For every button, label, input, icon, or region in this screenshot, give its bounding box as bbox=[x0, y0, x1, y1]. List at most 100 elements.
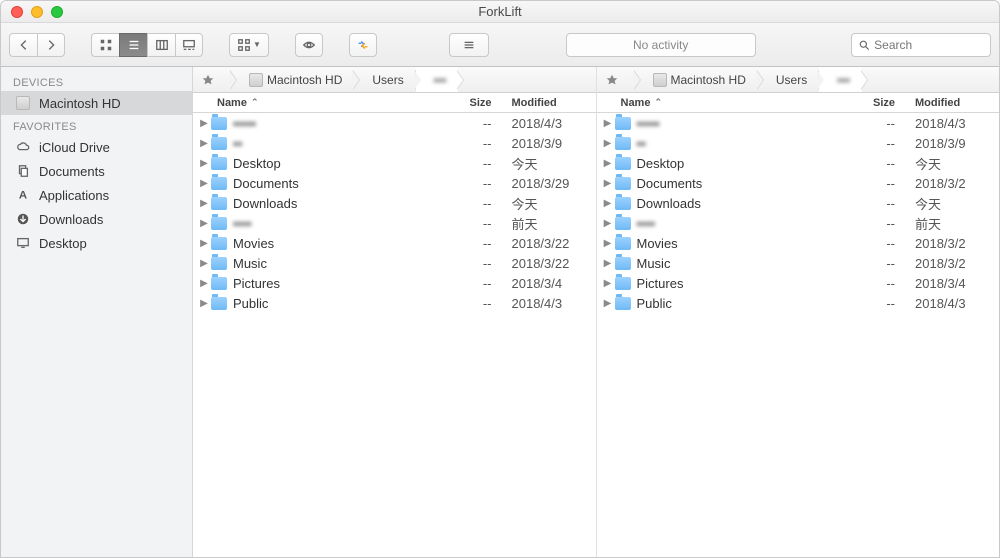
drive-icon bbox=[16, 96, 30, 110]
disclosure-triangle-icon[interactable]: ▶ bbox=[197, 158, 211, 169]
breadcrumb-item[interactable]: ▪▪▪ bbox=[416, 67, 459, 92]
disclosure-triangle-icon[interactable]: ▶ bbox=[601, 218, 615, 229]
gallery-view-button[interactable] bbox=[175, 33, 203, 57]
file-size: -- bbox=[432, 236, 506, 251]
column-name-header[interactable]: Name⌃ bbox=[597, 97, 836, 109]
breadcrumb-label: Users bbox=[372, 73, 403, 87]
activity-indicator: No activity bbox=[566, 33, 756, 57]
breadcrumb-item[interactable]: Macintosh HD bbox=[635, 67, 758, 92]
sidebar-item-desktop[interactable]: Desktop bbox=[1, 231, 192, 255]
column-label: Modified bbox=[915, 97, 960, 109]
file-row[interactable]: ▶Movies--2018/3/22 bbox=[193, 233, 596, 253]
breadcrumb: Macintosh HD Users ▪▪▪ bbox=[597, 67, 1000, 93]
column-modified-header[interactable]: Modified bbox=[506, 97, 596, 109]
disclosure-triangle-icon[interactable]: ▶ bbox=[197, 238, 211, 249]
file-row[interactable]: ▶Music--2018/3/22 bbox=[193, 253, 596, 273]
file-row[interactable]: ▶▪▪▪▪--前天 bbox=[193, 213, 596, 233]
breadcrumb-label: Macintosh HD bbox=[671, 73, 746, 87]
file-row[interactable]: ▶Documents--2018/3/2 bbox=[597, 173, 1000, 193]
breadcrumb: Macintosh HD Users ▪▪▪ bbox=[193, 67, 596, 93]
list-view-button[interactable] bbox=[119, 33, 147, 57]
sidebar-item-downloads[interactable]: Downloads bbox=[1, 207, 192, 231]
zoom-window-button[interactable] bbox=[51, 6, 63, 18]
file-size: -- bbox=[835, 256, 909, 271]
search-input[interactable] bbox=[874, 38, 984, 52]
forward-button[interactable] bbox=[37, 33, 65, 57]
sidebar-item-icloud-drive[interactable]: iCloud Drive bbox=[1, 135, 192, 159]
minimize-window-button[interactable] bbox=[31, 6, 43, 18]
file-row[interactable]: ▶Movies--2018/3/2 bbox=[597, 233, 1000, 253]
chevron-left-icon bbox=[17, 38, 31, 52]
disclosure-triangle-icon[interactable]: ▶ bbox=[601, 118, 615, 129]
breadcrumb-item[interactable]: Macintosh HD bbox=[231, 67, 354, 92]
disclosure-triangle-icon[interactable]: ▶ bbox=[601, 258, 615, 269]
file-row[interactable]: ▶Pictures--2018/3/4 bbox=[193, 273, 596, 293]
disclosure-triangle-icon[interactable]: ▶ bbox=[197, 118, 211, 129]
search-box[interactable] bbox=[851, 33, 991, 57]
sync-button[interactable] bbox=[349, 33, 377, 57]
file-row[interactable]: ▶▪▪▪▪▪--2018/4/3 bbox=[193, 113, 596, 133]
hamburger-button[interactable] bbox=[449, 33, 489, 57]
breadcrumb-label: ▪▪▪ bbox=[837, 73, 850, 87]
icon-view-button[interactable] bbox=[91, 33, 119, 57]
disclosure-triangle-icon[interactable]: ▶ bbox=[197, 198, 211, 209]
column-headers: Name⌃ Size Modified bbox=[193, 93, 596, 113]
disclosure-triangle-icon[interactable]: ▶ bbox=[197, 278, 211, 289]
file-row[interactable]: ▶▪▪--2018/3/9 bbox=[597, 133, 1000, 153]
breadcrumb-item[interactable] bbox=[193, 67, 231, 92]
disclosure-triangle-icon[interactable]: ▶ bbox=[601, 158, 615, 169]
breadcrumb-item[interactable]: Users bbox=[758, 67, 819, 92]
file-name: Public bbox=[233, 296, 432, 311]
disclosure-triangle-icon[interactable]: ▶ bbox=[601, 278, 615, 289]
sidebar-item-label: Desktop bbox=[39, 236, 87, 251]
column-view-button[interactable] bbox=[147, 33, 175, 57]
disclosure-triangle-icon[interactable]: ▶ bbox=[601, 298, 615, 309]
file-name: ▪▪▪▪ bbox=[637, 216, 836, 231]
sidebar-item-macintosh-hd[interactable]: Macintosh HD bbox=[1, 91, 192, 115]
folder-icon bbox=[211, 117, 227, 130]
folder-icon bbox=[615, 237, 631, 250]
breadcrumb-item[interactable]: ▪▪▪ bbox=[819, 67, 862, 92]
window-body: DEVICESMacintosh HDFAVORITESiCloud Drive… bbox=[1, 67, 999, 557]
breadcrumb-item[interactable]: Users bbox=[354, 67, 415, 92]
file-row[interactable]: ▶▪▪--2018/3/9 bbox=[193, 133, 596, 153]
file-modified: 2018/3/9 bbox=[506, 136, 596, 151]
disclosure-triangle-icon[interactable]: ▶ bbox=[197, 178, 211, 189]
column-label: Size bbox=[469, 97, 491, 109]
sidebar-item-applications[interactable]: AApplications bbox=[1, 183, 192, 207]
column-size-header[interactable]: Size bbox=[432, 97, 506, 109]
disclosure-triangle-icon[interactable]: ▶ bbox=[601, 238, 615, 249]
eye-icon bbox=[302, 38, 316, 52]
disclosure-triangle-icon[interactable]: ▶ bbox=[601, 198, 615, 209]
back-button[interactable] bbox=[9, 33, 37, 57]
file-row[interactable]: ▶Public--2018/4/3 bbox=[597, 293, 1000, 313]
file-row[interactable]: ▶Desktop--今天 bbox=[597, 153, 1000, 173]
disclosure-triangle-icon[interactable]: ▶ bbox=[197, 298, 211, 309]
column-name-header[interactable]: Name⌃ bbox=[193, 97, 432, 109]
disclosure-triangle-icon[interactable]: ▶ bbox=[197, 138, 211, 149]
column-size-header[interactable]: Size bbox=[835, 97, 909, 109]
file-row[interactable]: ▶▪▪▪▪--前天 bbox=[597, 213, 1000, 233]
sidebar-item-documents[interactable]: Documents bbox=[1, 159, 192, 183]
file-row[interactable]: ▶Music--2018/3/2 bbox=[597, 253, 1000, 273]
file-row[interactable]: ▶Downloads--今天 bbox=[193, 193, 596, 213]
close-window-button[interactable] bbox=[11, 6, 23, 18]
arrange-button[interactable]: ▼ bbox=[229, 33, 269, 57]
disclosure-triangle-icon[interactable]: ▶ bbox=[601, 178, 615, 189]
file-size: -- bbox=[835, 236, 909, 251]
file-modified: 前天 bbox=[909, 214, 999, 233]
column-label: Size bbox=[873, 97, 895, 109]
quicklook-button[interactable] bbox=[295, 33, 323, 57]
file-row[interactable]: ▶Downloads--今天 bbox=[597, 193, 1000, 213]
file-row[interactable]: ▶Public--2018/4/3 bbox=[193, 293, 596, 313]
breadcrumb-label: ▪▪▪ bbox=[434, 73, 447, 87]
file-row[interactable]: ▶Documents--2018/3/29 bbox=[193, 173, 596, 193]
disclosure-triangle-icon[interactable]: ▶ bbox=[197, 218, 211, 229]
breadcrumb-item[interactable] bbox=[597, 67, 635, 92]
column-modified-header[interactable]: Modified bbox=[909, 97, 999, 109]
file-row[interactable]: ▶Pictures--2018/3/4 bbox=[597, 273, 1000, 293]
disclosure-triangle-icon[interactable]: ▶ bbox=[601, 138, 615, 149]
disclosure-triangle-icon[interactable]: ▶ bbox=[197, 258, 211, 269]
file-row[interactable]: ▶▪▪▪▪▪--2018/4/3 bbox=[597, 113, 1000, 133]
file-row[interactable]: ▶Desktop--今天 bbox=[193, 153, 596, 173]
